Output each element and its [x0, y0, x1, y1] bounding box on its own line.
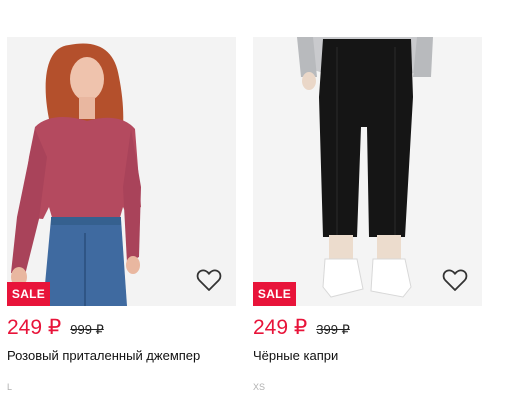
current-price: 249 ₽ [7, 316, 62, 339]
product-photo-capri [253, 37, 482, 306]
price-row: 249 ₽ 999 ₽ [7, 316, 236, 340]
sale-badge: SALE [7, 282, 50, 306]
old-price: 999 ₽ [70, 322, 104, 337]
current-price: 249 ₽ [253, 316, 308, 339]
product-title[interactable]: Чёрные капри [253, 348, 482, 364]
price-row: 249 ₽ 399 ₽ [253, 316, 482, 340]
size-label: XS [253, 382, 266, 392]
product-card[interactable]: SALE 249 ₽ 399 ₽ Чёрные капри XS [253, 37, 482, 392]
old-price: 399 ₽ [316, 322, 350, 337]
product-image[interactable]: SALE [253, 37, 482, 306]
sale-badge: SALE [253, 282, 296, 306]
heart-outline-icon[interactable] [442, 268, 468, 292]
heart-outline-icon[interactable] [196, 268, 222, 292]
product-image[interactable]: SALE [7, 37, 236, 306]
product-photo-jumper [7, 37, 236, 306]
product-title[interactable]: Розовый приталенный джемпер [7, 348, 236, 364]
product-card[interactable]: SALE 249 ₽ 999 ₽ Розовый приталенный дже… [7, 37, 236, 392]
size-label: L [7, 382, 13, 392]
